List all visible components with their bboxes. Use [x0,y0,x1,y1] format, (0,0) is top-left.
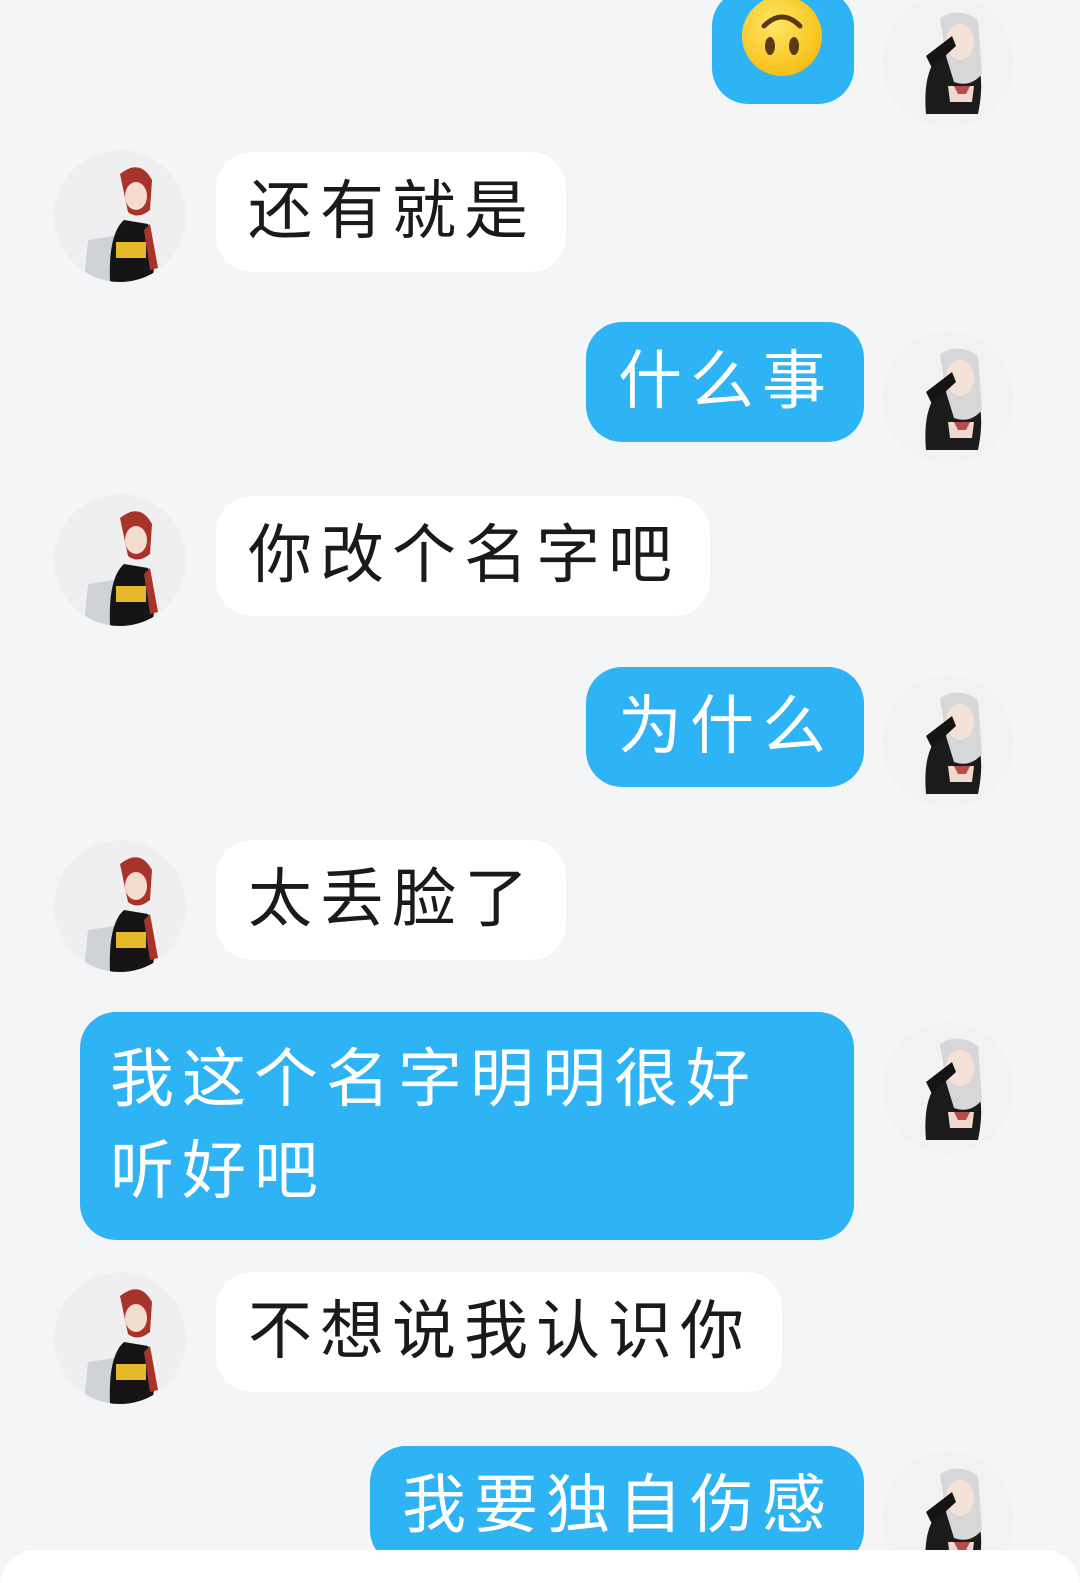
anime-girl-silver-hair-avatar-icon [882,0,1014,128]
contact-avatar[interactable] [54,840,186,972]
message-text: 不想说我认识你 [248,1295,752,1369]
input-panel-edge [0,1550,1080,1583]
anime-girl-red-hair-avatar-icon [54,840,186,972]
contact-avatar[interactable] [54,1272,186,1404]
outgoing-message-bubble[interactable]: 什么事 [586,322,864,442]
incoming-message-bubble[interactable]: 还有就是 [216,152,566,272]
anime-girl-red-hair-avatar-icon [54,494,186,626]
outgoing-message-bubble[interactable]: 我这个名字明明很好听好吧 [80,1012,854,1240]
incoming-message-bubble[interactable]: 你改个名字吧 [216,496,710,616]
outgoing-message-bubble[interactable]: 我要独自伤感 [370,1446,864,1566]
message-text: 太丢脸了 [248,863,536,937]
message-text: 你改个名字吧 [248,519,680,593]
message-text: 我这个名字明明很好听好吧 [110,1043,758,1209]
incoming-message-bubble[interactable]: 太丢脸了 [216,840,566,960]
message-text: 为什么 [618,690,834,764]
message-text: 还有就是 [248,175,536,249]
self-avatar[interactable] [882,332,1014,464]
self-avatar[interactable] [882,0,1014,128]
outgoing-message-bubble[interactable]: 为什么 [586,667,864,787]
self-avatar[interactable] [882,676,1014,808]
incoming-message-bubble[interactable]: 不想说我认识你 [216,1272,782,1392]
outgoing-message-bubble[interactable] [712,0,854,104]
contact-avatar[interactable] [54,150,186,282]
anime-girl-red-hair-avatar-icon [54,1272,186,1404]
anime-girl-silver-hair-avatar-icon [882,332,1014,464]
anime-girl-silver-hair-avatar-icon [882,676,1014,808]
anime-girl-red-hair-avatar-icon [54,150,186,282]
message-text: 什么事 [618,345,834,419]
chat-message-list[interactable]: 还有就是 什么事 你改个名字吧 为什么 太丢脸了 我这个名字明明很好听好吧 不想… [0,0,1080,1583]
upside-down-face-emoji-icon [742,0,822,76]
message-text: 我要独自伤感 [402,1469,834,1543]
self-avatar[interactable] [882,1022,1014,1154]
anime-girl-silver-hair-avatar-icon [882,1022,1014,1154]
contact-avatar[interactable] [54,494,186,626]
